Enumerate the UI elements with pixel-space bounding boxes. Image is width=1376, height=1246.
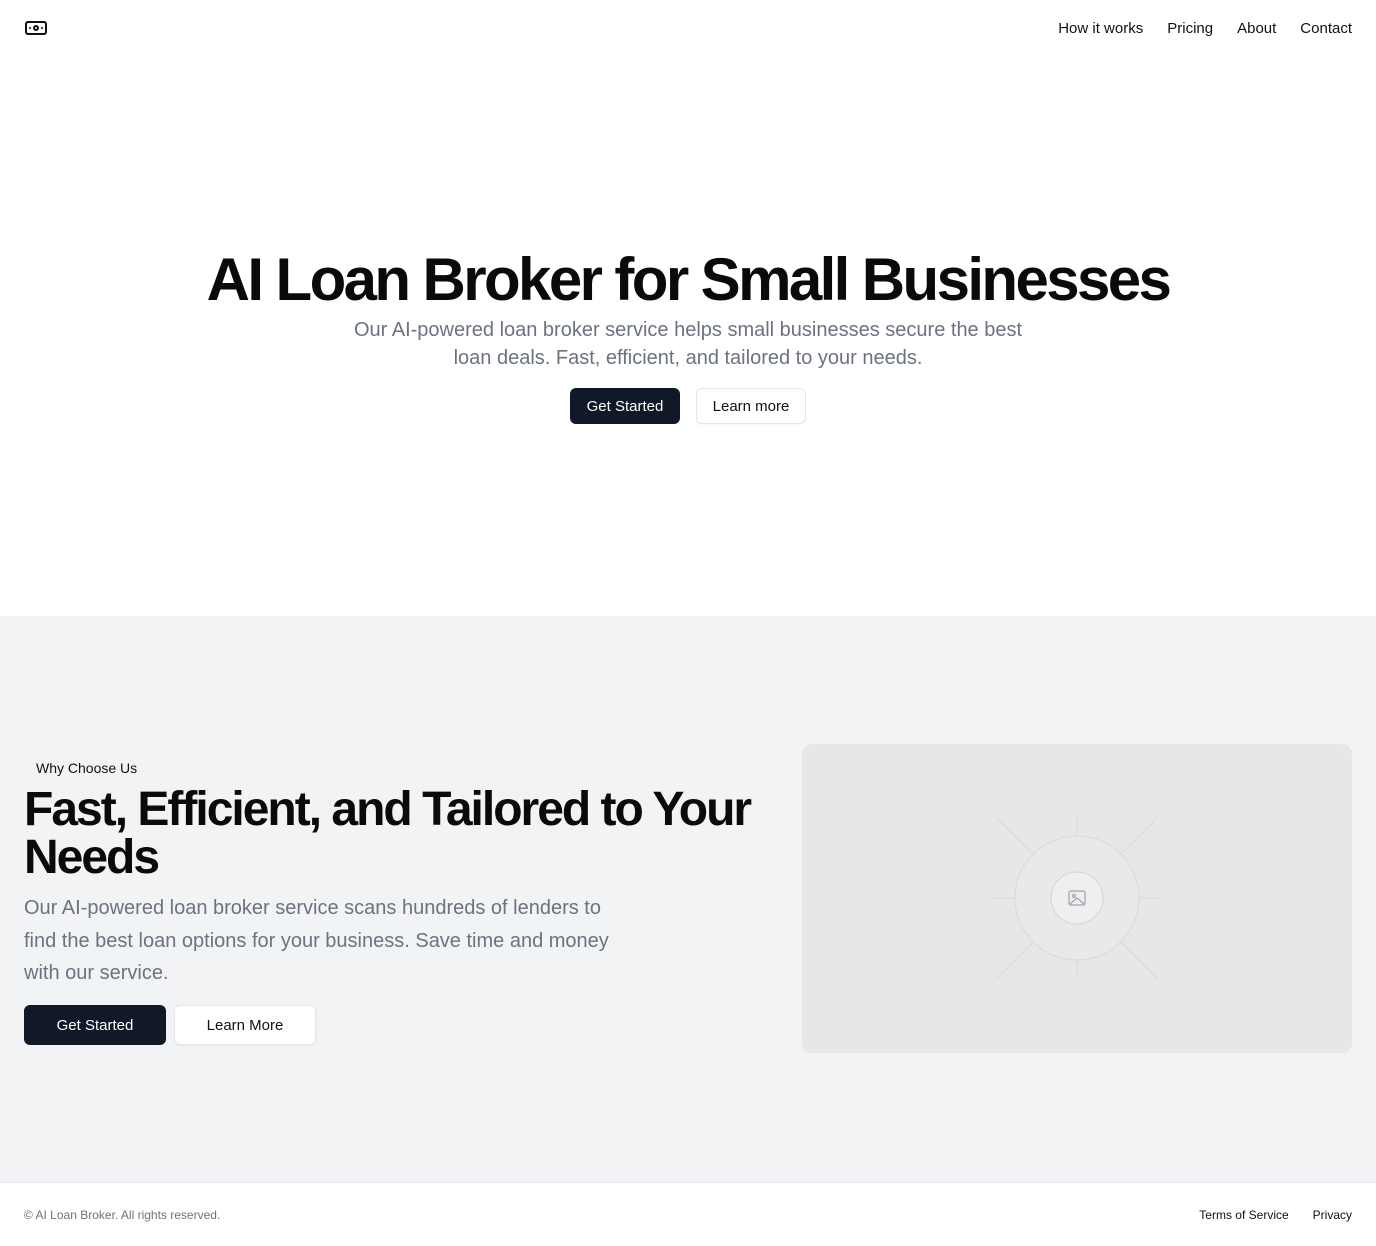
features-learn-more-button[interactable]: Learn More (174, 1005, 316, 1045)
features-title: Fast, Efficient, and Tailored to Your Ne… (24, 783, 752, 884)
hero-subtitle: Our AI-powered loan broker service helps… (353, 319, 1023, 369)
site-header: How it works Pricing About Contact (0, 0, 1376, 56)
features-buttons: Get Started Learn More (24, 1005, 316, 1045)
hero-buttons: Get Started Learn more (0, 388, 1376, 424)
get-started-button[interactable]: Get Started (570, 388, 680, 424)
site-footer: © AI Loan Broker. All rights reserved. T… (0, 1182, 1376, 1246)
banknote-icon[interactable] (24, 16, 48, 40)
section-badge: Why Choose Us (24, 756, 150, 780)
image-placeholder-icon (992, 817, 1162, 979)
features-subtitle: Our AI-powered loan broker service scans… (24, 897, 609, 984)
nav-link-pricing[interactable]: Pricing (1167, 20, 1213, 37)
privacy-link[interactable]: Privacy (1313, 1208, 1352, 1222)
nav-link-how-it-works[interactable]: How it works (1058, 20, 1143, 37)
terms-of-service-link[interactable]: Terms of Service (1199, 1208, 1288, 1222)
main-nav: How it works Pricing About Contact (1058, 20, 1352, 37)
hero-title: AI Loan Broker for Small Businesses (206, 246, 1172, 313)
copyright-text: © AI Loan Broker. All rights reserved. (24, 1207, 221, 1222)
hero-section: AI Loan Broker for Small Businesses Our … (0, 56, 1376, 616)
nav-link-contact[interactable]: Contact (1300, 20, 1352, 37)
nav-link-about[interactable]: About (1237, 20, 1276, 37)
features-section: Why Choose Us Fast, Efficient, and Tailo… (0, 616, 1376, 1182)
footer-links: Terms of Service Privacy (1199, 1208, 1352, 1222)
image-placeholder (802, 744, 1352, 1053)
features-get-started-button[interactable]: Get Started (24, 1005, 166, 1045)
learn-more-button[interactable]: Learn more (696, 388, 806, 424)
